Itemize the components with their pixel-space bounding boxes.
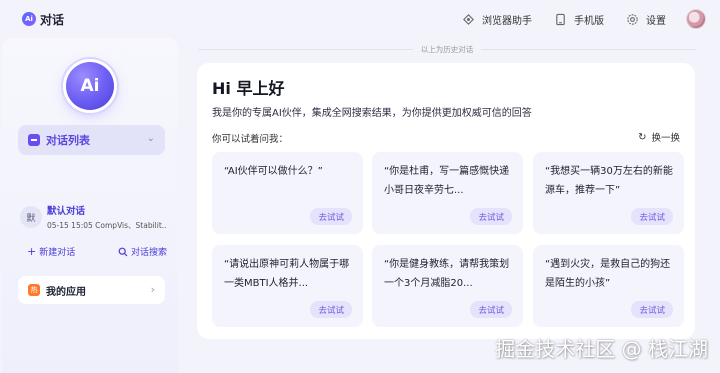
prompt-text: “遇到火灾，是救自己的狗还是陌生的小孩” (545, 259, 671, 289)
prompt-card[interactable]: “AI伙伴可以做什么？” 去试试 (212, 152, 363, 234)
history-label: 以上为历史对话 (420, 44, 474, 54)
intro-text: 我是你的专属AI伙伴，集成全网搜索结果，为你提供更加权威可信的回答 (212, 108, 532, 119)
brand[interactable]: Ai 对话 (22, 11, 64, 28)
my-apps-item[interactable]: 热 我的应用 › (18, 276, 165, 304)
hot-badge-icon: 热 (28, 284, 40, 296)
my-apps-label: 我的应用 (46, 286, 86, 298)
prompt-text: “你是健身教练，请帮我策划一个3个月减脂20... (384, 259, 510, 289)
history-divider: 以上为历史对话 (198, 44, 696, 54)
brand-logo-icon: Ai (22, 12, 36, 26)
prompt-text: “我想买一辆30万左右的新能源车，推荐一下” (545, 166, 673, 196)
user-avatar[interactable] (686, 9, 706, 29)
browser-assistant-button[interactable]: 浏览器助手 (462, 12, 532, 27)
try-button[interactable]: 去试试 (631, 208, 673, 225)
try-button[interactable]: 去试试 (631, 301, 673, 318)
refresh-label: 换一换 (651, 133, 680, 144)
new-conversation-button[interactable]: + 新建对话 (27, 245, 75, 258)
mobile-icon (556, 13, 565, 25)
greeting-title: Hi 早上好 (212, 79, 285, 98)
divider-line-right (481, 48, 696, 50)
prompt-card[interactable]: “你是杜甫，写一篇感慨快递小哥日夜辛劳七... 去试试 (372, 152, 523, 234)
top-bar: Ai 对话 浏览器助手 手机版 设置 (0, 0, 720, 38)
prompt-card[interactable]: “我想买一辆30万左右的新能源车，推荐一下” 去试试 (533, 152, 684, 234)
chat-bubble-icon (28, 134, 40, 146)
welcome-card: Hi 早上好 我是你的专属AI伙伴，集成全网搜索结果，为你提供更加权威可信的回答… (197, 63, 695, 339)
search-conversation-label: 对话搜索 (130, 248, 167, 258)
sidebar: Ai 对话列表 ⌄ 默 默认对话 05-15 15:05 CompVis、Sta… (2, 38, 178, 373)
try-button[interactable]: 去试试 (310, 208, 352, 225)
try-ask-label: 你可以试着问我： (212, 134, 289, 145)
prompt-card[interactable]: “请说出原神可莉人物属于哪一类MBTI人格并... 去试试 (212, 245, 363, 327)
try-button[interactable]: 去试试 (470, 208, 512, 225)
mobile-version-label: 手机版 (574, 15, 604, 27)
search-icon (118, 247, 128, 256)
brand-name: 对话 (40, 12, 65, 27)
sidebar-actions: + 新建对话 对话搜索 (27, 245, 167, 258)
top-actions: 浏览器助手 手机版 设置 (440, 0, 706, 38)
conversation-item[interactable]: 默 默认对话 05-15 15:05 CompVis、Stabilit... (20, 201, 170, 233)
prompt-text: “请说出原神可莉人物属于哪一类MBTI人格并... (224, 259, 350, 289)
conversation-meta: 05-15 15:05 CompVis、Stabilit... (47, 221, 167, 230)
gear-icon (627, 13, 638, 25)
conversation-badge: 默 (20, 206, 42, 228)
prompt-card[interactable]: “遇到火灾，是救自己的狗还是陌生的小孩” 去试试 (533, 245, 684, 327)
conversation-list-label: 对话列表 (46, 134, 90, 147)
refresh-icon: ↻ (638, 131, 647, 143)
settings-button[interactable]: 设置 (626, 12, 666, 27)
browser-assistant-label: 浏览器助手 (482, 15, 532, 27)
try-button[interactable]: 去试试 (310, 301, 352, 318)
plus-icon: + (27, 245, 37, 258)
prompt-text: “AI伙伴可以做什么？” (224, 166, 323, 177)
new-conversation-label: 新建对话 (39, 248, 76, 258)
prompt-card[interactable]: “你是健身教练，请帮我策划一个3个月减脂20... 去试试 (372, 245, 523, 327)
settings-label: 设置 (646, 15, 666, 27)
conversation-text: 默认对话 05-15 15:05 CompVis、Stabilit... (47, 203, 167, 231)
chevron-right-icon: › (150, 283, 155, 296)
chevron-down-icon: ⌄ (146, 133, 155, 144)
browser-extension-icon (463, 13, 474, 25)
prompt-text: “你是杜甫，写一篇感慨快递小哥日夜辛劳七... (384, 166, 510, 196)
mobile-version-button[interactable]: 手机版 (554, 12, 604, 27)
try-button[interactable]: 去试试 (470, 301, 512, 318)
search-conversation-button[interactable]: 对话搜索 (118, 245, 167, 258)
refresh-button[interactable]: ↻ 换一换 (638, 130, 680, 145)
divider-line-left (198, 48, 413, 50)
conversation-list-toggle[interactable]: 对话列表 ⌄ (18, 125, 165, 155)
watermark: 掘金技术社区 @ 栈江湖 (495, 337, 708, 361)
conversation-title: 默认对话 (47, 206, 86, 217)
ai-logo: Ai (66, 62, 114, 110)
